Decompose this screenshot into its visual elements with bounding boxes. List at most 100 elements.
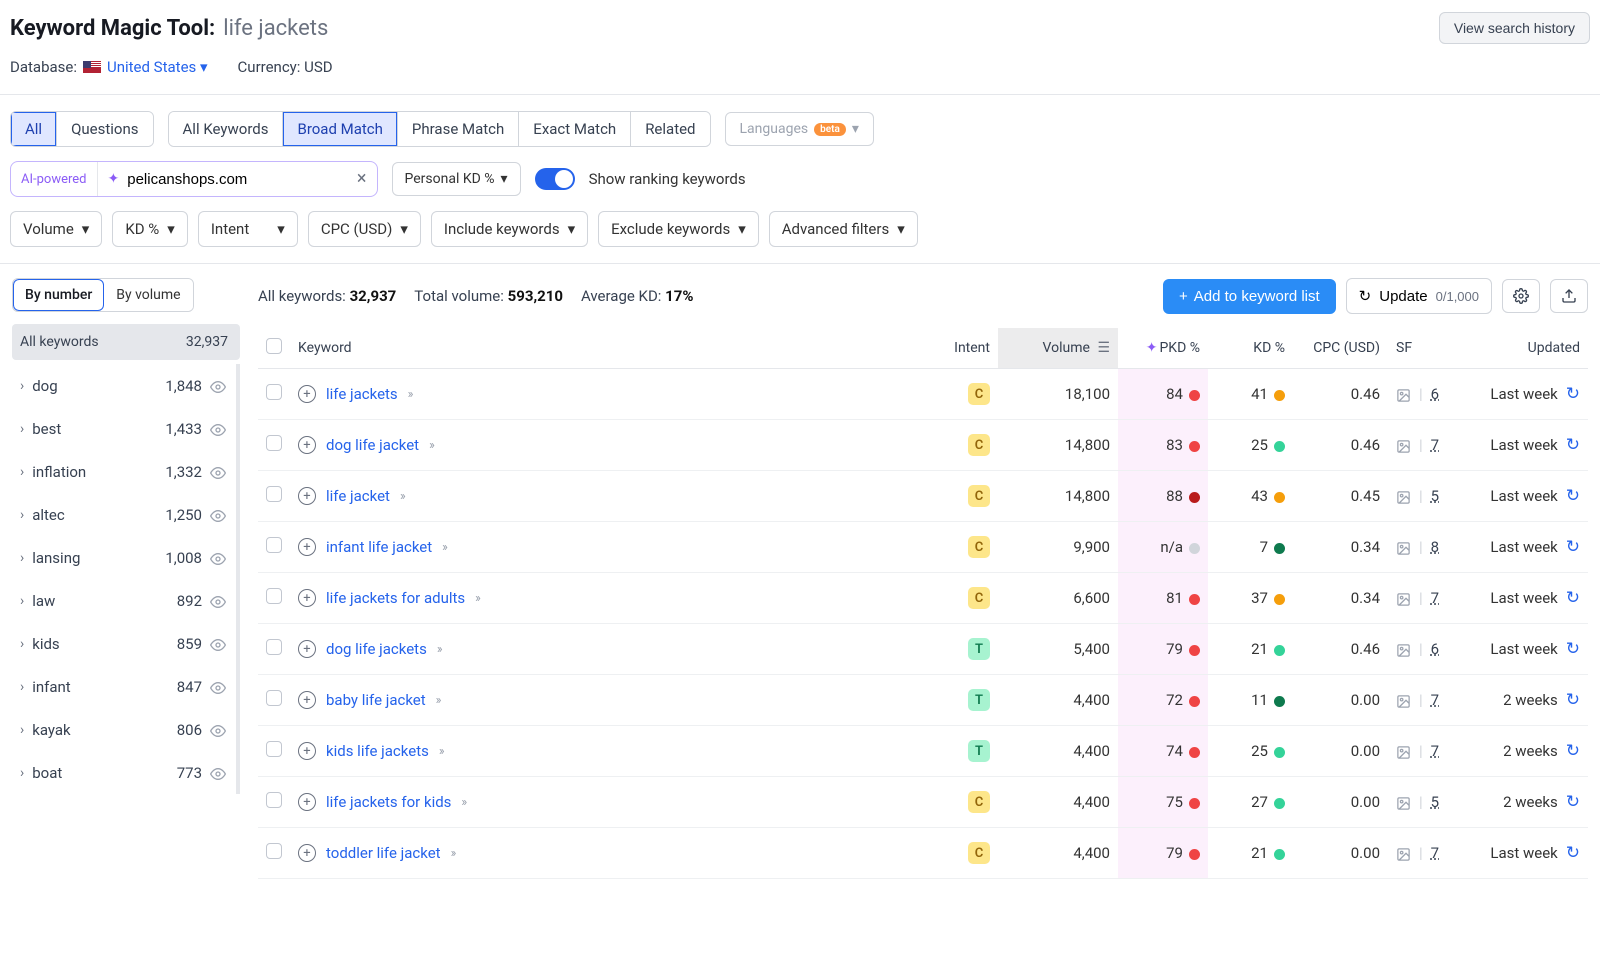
cell-sf[interactable]: 5 xyxy=(1431,793,1439,811)
add-keyword-button[interactable]: + xyxy=(298,385,316,403)
cell-sf[interactable]: 6 xyxy=(1431,640,1439,658)
eye-icon[interactable] xyxy=(210,419,226,438)
refresh-row-button[interactable]: ↻ xyxy=(1566,792,1580,812)
view-by-volume[interactable]: By volume xyxy=(104,279,192,311)
refresh-row-button[interactable]: ↻ xyxy=(1566,843,1580,863)
tab-broad-match[interactable]: Broad Match xyxy=(283,112,397,146)
domain-input[interactable] xyxy=(127,171,357,188)
col-sf[interactable]: SF xyxy=(1388,328,1458,369)
sidebar-group-item[interactable]: › inflation 1,332 xyxy=(12,450,232,493)
export-button[interactable] xyxy=(1550,279,1588,313)
col-keyword[interactable]: Keyword xyxy=(290,328,928,369)
refresh-row-button[interactable]: ↻ xyxy=(1566,639,1580,659)
col-cpc[interactable]: CPC (USD) xyxy=(1293,328,1388,369)
personal-kd-dropdown[interactable]: Personal KD % ▾ xyxy=(392,162,521,196)
filter-advanced[interactable]: Advanced filters ▾ xyxy=(769,211,918,247)
view-history-button[interactable]: View search history xyxy=(1439,12,1590,44)
keyword-link[interactable]: dog life jackets xyxy=(326,640,427,658)
refresh-row-button[interactable]: ↻ xyxy=(1566,384,1580,404)
keyword-link[interactable]: life jackets for kids xyxy=(326,793,451,811)
serp-icon[interactable] xyxy=(1396,691,1411,709)
keyword-link[interactable]: life jackets xyxy=(326,385,398,403)
serp-icon[interactable] xyxy=(1396,385,1411,403)
row-checkbox[interactable] xyxy=(266,792,282,808)
cell-sf[interactable]: 6 xyxy=(1431,385,1439,403)
keyword-link[interactable]: baby life jacket xyxy=(326,691,426,709)
tab-all[interactable]: All xyxy=(11,112,57,146)
tab-all-keywords[interactable]: All Keywords xyxy=(169,112,284,146)
col-kd[interactable]: KD % xyxy=(1208,328,1293,369)
eye-icon[interactable] xyxy=(210,677,226,696)
add-keyword-button[interactable]: + xyxy=(298,640,316,658)
filter-exclude-keywords[interactable]: Exclude keywords ▾ xyxy=(598,211,759,247)
add-keyword-button[interactable]: + xyxy=(298,793,316,811)
serp-icon[interactable] xyxy=(1396,742,1411,760)
keyword-link[interactable]: infant life jacket xyxy=(326,538,432,556)
keyword-link[interactable]: life jackets for adults xyxy=(326,589,465,607)
sidebar-all-keywords[interactable]: All keywords 32,937 xyxy=(12,324,240,360)
serp-icon[interactable] xyxy=(1396,793,1411,811)
cell-sf[interactable]: 5 xyxy=(1431,487,1439,505)
eye-icon[interactable] xyxy=(210,763,226,782)
cell-sf[interactable]: 7 xyxy=(1431,844,1439,862)
serp-icon[interactable] xyxy=(1396,589,1411,607)
row-checkbox[interactable] xyxy=(266,486,282,502)
eye-icon[interactable] xyxy=(210,634,226,653)
sidebar-group-item[interactable]: › kids 859 xyxy=(12,622,232,665)
tab-related[interactable]: Related xyxy=(631,112,709,146)
cell-sf[interactable]: 7 xyxy=(1431,691,1439,709)
eye-icon[interactable] xyxy=(210,505,226,524)
eye-icon[interactable] xyxy=(210,591,226,610)
serp-icon[interactable] xyxy=(1396,844,1411,862)
add-keyword-button[interactable]: + xyxy=(298,742,316,760)
cell-sf[interactable]: 7 xyxy=(1431,742,1439,760)
col-volume[interactable]: Volume ☰ xyxy=(998,328,1118,369)
add-keyword-button[interactable]: + xyxy=(298,538,316,556)
sidebar-group-item[interactable]: › law 892 xyxy=(12,579,232,622)
cell-sf[interactable]: 7 xyxy=(1431,589,1439,607)
view-by-number[interactable]: By number xyxy=(13,279,104,311)
col-updated[interactable]: Updated xyxy=(1458,328,1588,369)
serp-icon[interactable] xyxy=(1396,487,1411,505)
refresh-row-button[interactable]: ↻ xyxy=(1566,537,1580,557)
keyword-link[interactable]: toddler life jacket xyxy=(326,844,441,862)
refresh-row-button[interactable]: ↻ xyxy=(1566,486,1580,506)
add-keyword-button[interactable]: + xyxy=(298,844,316,862)
update-button[interactable]: ↻ Update 0/1,000 xyxy=(1346,278,1492,314)
sidebar-group-item[interactable]: › altec 1,250 xyxy=(12,493,232,536)
tab-questions[interactable]: Questions xyxy=(57,112,152,146)
refresh-row-button[interactable]: ↻ xyxy=(1566,588,1580,608)
row-checkbox[interactable] xyxy=(266,537,282,553)
eye-icon[interactable] xyxy=(210,720,226,739)
add-to-keyword-list-button[interactable]: + Add to keyword list xyxy=(1163,279,1336,314)
add-keyword-button[interactable]: + xyxy=(298,436,316,454)
refresh-row-button[interactable]: ↻ xyxy=(1566,435,1580,455)
languages-dropdown[interactable]: Languages beta ▾ xyxy=(725,112,874,146)
eye-icon[interactable] xyxy=(210,376,226,395)
select-all-checkbox[interactable] xyxy=(266,338,282,354)
serp-icon[interactable] xyxy=(1396,538,1411,556)
col-intent[interactable]: Intent xyxy=(928,328,998,369)
keyword-link[interactable]: kids life jackets xyxy=(326,742,429,760)
sidebar-group-item[interactable]: › boat 773 xyxy=(12,751,232,794)
tab-exact-match[interactable]: Exact Match xyxy=(519,112,631,146)
refresh-row-button[interactable]: ↻ xyxy=(1566,690,1580,710)
eye-icon[interactable] xyxy=(210,548,226,567)
filter-volume[interactable]: Volume ▾ xyxy=(10,211,102,247)
settings-button[interactable] xyxy=(1502,279,1540,313)
add-keyword-button[interactable]: + xyxy=(298,589,316,607)
add-keyword-button[interactable]: + xyxy=(298,691,316,709)
clear-input-button[interactable]: × xyxy=(357,170,367,188)
row-checkbox[interactable] xyxy=(266,639,282,655)
row-checkbox[interactable] xyxy=(266,435,282,451)
filter-kd[interactable]: KD % ▾ xyxy=(112,211,188,247)
serp-icon[interactable] xyxy=(1396,436,1411,454)
sidebar-group-item[interactable]: › kayak 806 xyxy=(12,708,232,751)
sidebar-group-item[interactable]: › dog 1,848 xyxy=(12,364,232,407)
row-checkbox[interactable] xyxy=(266,741,282,757)
sidebar-group-item[interactable]: › lansing 1,008 xyxy=(12,536,232,579)
cell-sf[interactable]: 7 xyxy=(1431,436,1439,454)
keyword-link[interactable]: life jacket xyxy=(326,487,390,505)
tab-phrase-match[interactable]: Phrase Match xyxy=(398,112,519,146)
filter-include-keywords[interactable]: Include keywords ▾ xyxy=(431,211,588,247)
